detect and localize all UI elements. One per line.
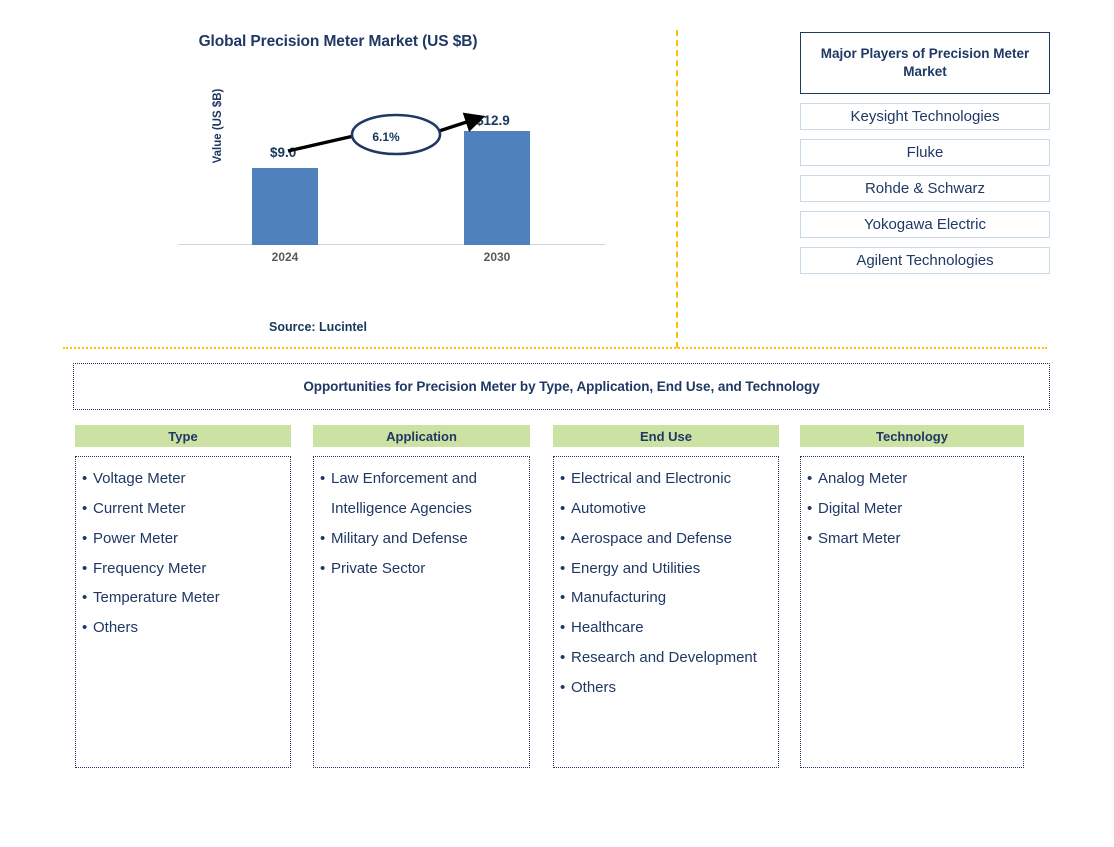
list-item: Temperature Meter (82, 583, 286, 613)
player-name: Agilent Technologies (856, 252, 994, 269)
player-item[interactable]: Rohde & Schwarz (800, 175, 1050, 202)
x-tick-2030: 2030 (483, 250, 511, 264)
list-item: Automotive (560, 494, 774, 524)
opportunities-heading: Opportunities for Precision Meter by Typ… (303, 379, 820, 394)
horizontal-divider (63, 347, 1047, 349)
list-item: Voltage Meter (82, 464, 286, 494)
list-item: Power Meter (82, 524, 286, 554)
player-name: Keysight Technologies (850, 108, 1000, 125)
segment-column-technology: Technology Analog Meter Digital Meter Sm… (800, 425, 1024, 768)
chart-y-axis-label: Value (US $B) (212, 88, 224, 164)
player-item[interactable]: Agilent Technologies (800, 247, 1050, 274)
list-item: Energy and Utilities (560, 554, 774, 584)
list-item: Current Meter (82, 494, 286, 524)
list-item: Military and Defense (320, 524, 525, 554)
major-players-title: Major Players of Precision Meter Market (800, 32, 1050, 94)
chart-x-axis-line (178, 244, 605, 245)
segment-list-application: Law Enforcement and Intelligence Agencie… (320, 464, 525, 583)
list-item: Law Enforcement and Intelligence Agencie… (320, 464, 525, 524)
segment-body-technology: Analog Meter Digital Meter Smart Meter (800, 456, 1024, 768)
segment-column-end-use: End Use Electrical and Electronic Automo… (553, 425, 779, 768)
player-item[interactable]: Yokogawa Electric (800, 211, 1050, 238)
x-tick-2024: 2024 (271, 250, 299, 264)
segment-header-type: Type (75, 425, 291, 447)
segment-list-type: Voltage Meter Current Meter Power Meter … (82, 464, 286, 643)
list-item: Electrical and Electronic (560, 464, 774, 494)
segment-column-type: Type Voltage Meter Current Meter Power M… (75, 425, 291, 768)
list-item: Analog Meter (807, 464, 1019, 494)
bar-2024 (252, 168, 318, 245)
list-item: Smart Meter (807, 524, 1019, 554)
player-name: Yokogawa Electric (863, 216, 986, 233)
list-item: Frequency Meter (82, 554, 286, 584)
segment-body-application: Law Enforcement and Intelligence Agencie… (313, 456, 530, 768)
segment-header-technology: Technology (800, 425, 1024, 447)
segment-column-application: Application Law Enforcement and Intellig… (313, 425, 530, 768)
major-players-panel: Major Players of Precision Meter Market … (800, 32, 1050, 274)
segment-list-end-use: Electrical and Electronic Automotive Aer… (560, 464, 774, 703)
segment-body-type: Voltage Meter Current Meter Power Meter … (75, 456, 291, 768)
list-item: Aerospace and Defense (560, 524, 774, 554)
opportunities-banner: Opportunities for Precision Meter by Typ… (73, 363, 1050, 410)
player-name: Fluke (906, 144, 944, 161)
player-name: Rohde & Schwarz (864, 180, 986, 197)
segment-header-end-use: End Use (553, 425, 779, 447)
list-item: Others (560, 673, 774, 703)
cagr-label: 6.1% (372, 130, 400, 144)
list-item: Healthcare (560, 613, 774, 643)
player-item[interactable]: Keysight Technologies (800, 103, 1050, 130)
vertical-divider (676, 30, 678, 348)
player-item[interactable]: Fluke (800, 139, 1050, 166)
segment-header-application: Application (313, 425, 530, 447)
chart-source: Source: Lucintel (269, 320, 367, 334)
list-item: Manufacturing (560, 583, 774, 613)
list-item: Private Sector (320, 554, 525, 584)
segment-list-technology: Analog Meter Digital Meter Smart Meter (807, 464, 1019, 554)
market-chart-panel: Global Precision Meter Market (US $B) Va… (0, 0, 676, 352)
list-item: Others (82, 613, 286, 643)
chart-title: Global Precision Meter Market (US $B) (198, 33, 478, 50)
list-item: Research and Development (560, 643, 774, 673)
list-item: Digital Meter (807, 494, 1019, 524)
segment-body-end-use: Electrical and Electronic Automotive Aer… (553, 456, 779, 768)
